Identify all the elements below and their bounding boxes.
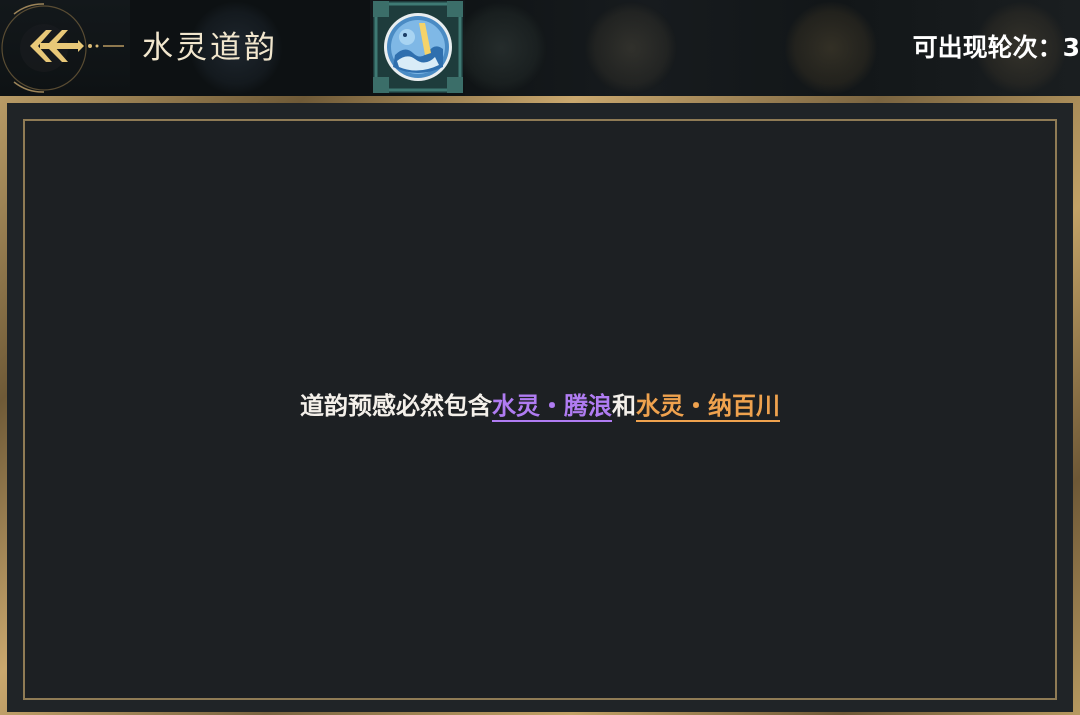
page-title: 水灵道韵 — [142, 30, 278, 66]
link-nabaichuan[interactable]: 水灵・纳百川 — [636, 392, 780, 420]
faded-medallion-icon — [785, 2, 877, 94]
hint-message: 道韵预感必然包含水灵・腾浪和水灵・纳百川 — [0, 386, 1080, 426]
double-chevron-left-icon — [1, 3, 124, 93]
faded-medallion-icon — [455, 2, 547, 94]
back-button[interactable] — [0, 0, 130, 96]
link-tenglang[interactable]: 水灵・腾浪 — [492, 392, 612, 420]
selected-item-slot[interactable] — [373, 1, 463, 93]
water-spirit-wave-icon — [373, 1, 463, 93]
hint-connector: 和 — [612, 392, 636, 420]
rounds-counter: 可出现轮次：3 — [912, 33, 1080, 62]
top-bar: 水灵道韵 可出现轮次：3 — [0, 0, 1080, 96]
game-screen: 水灵道韵 可出现轮次：3 道韵预感必然包含水灵・腾浪和水灵・纳百川 — [0, 0, 1080, 715]
content-panel: 道韵预感必然包含水灵・腾浪和水灵・纳百川 — [0, 96, 1080, 715]
hint-prefix: 道韵预感必然包含 — [300, 392, 492, 420]
faded-medallion-icon — [585, 2, 677, 94]
